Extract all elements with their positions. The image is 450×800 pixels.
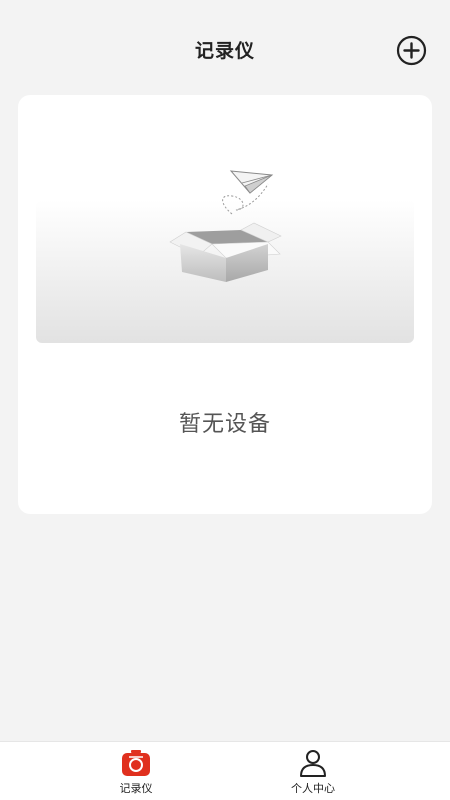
tab-recorder-label: 记录仪 xyxy=(119,782,153,795)
header: 记录仪 xyxy=(0,0,450,96)
camera-recorder-icon xyxy=(122,750,150,776)
page-title: 记录仪 xyxy=(194,40,255,62)
tab-profile-label: 个人中心 xyxy=(291,782,335,795)
empty-box-illustration xyxy=(36,170,414,343)
app-root: 记录仪 暂无设备 记录仪 个人中心 xyxy=(0,0,450,800)
tab-recorder[interactable]: 记录仪 xyxy=(86,742,186,800)
bottom-tab-bar: 记录仪 个人中心 xyxy=(0,741,450,800)
person-icon xyxy=(300,750,326,777)
empty-box-icon xyxy=(36,170,414,343)
plus-circle-icon xyxy=(396,35,427,66)
empty-state-card: 暂无设备 xyxy=(18,95,432,514)
tab-profile[interactable]: 个人中心 xyxy=(263,742,363,800)
add-device-button[interactable] xyxy=(396,35,427,66)
empty-state-message: 暂无设备 xyxy=(178,412,271,437)
